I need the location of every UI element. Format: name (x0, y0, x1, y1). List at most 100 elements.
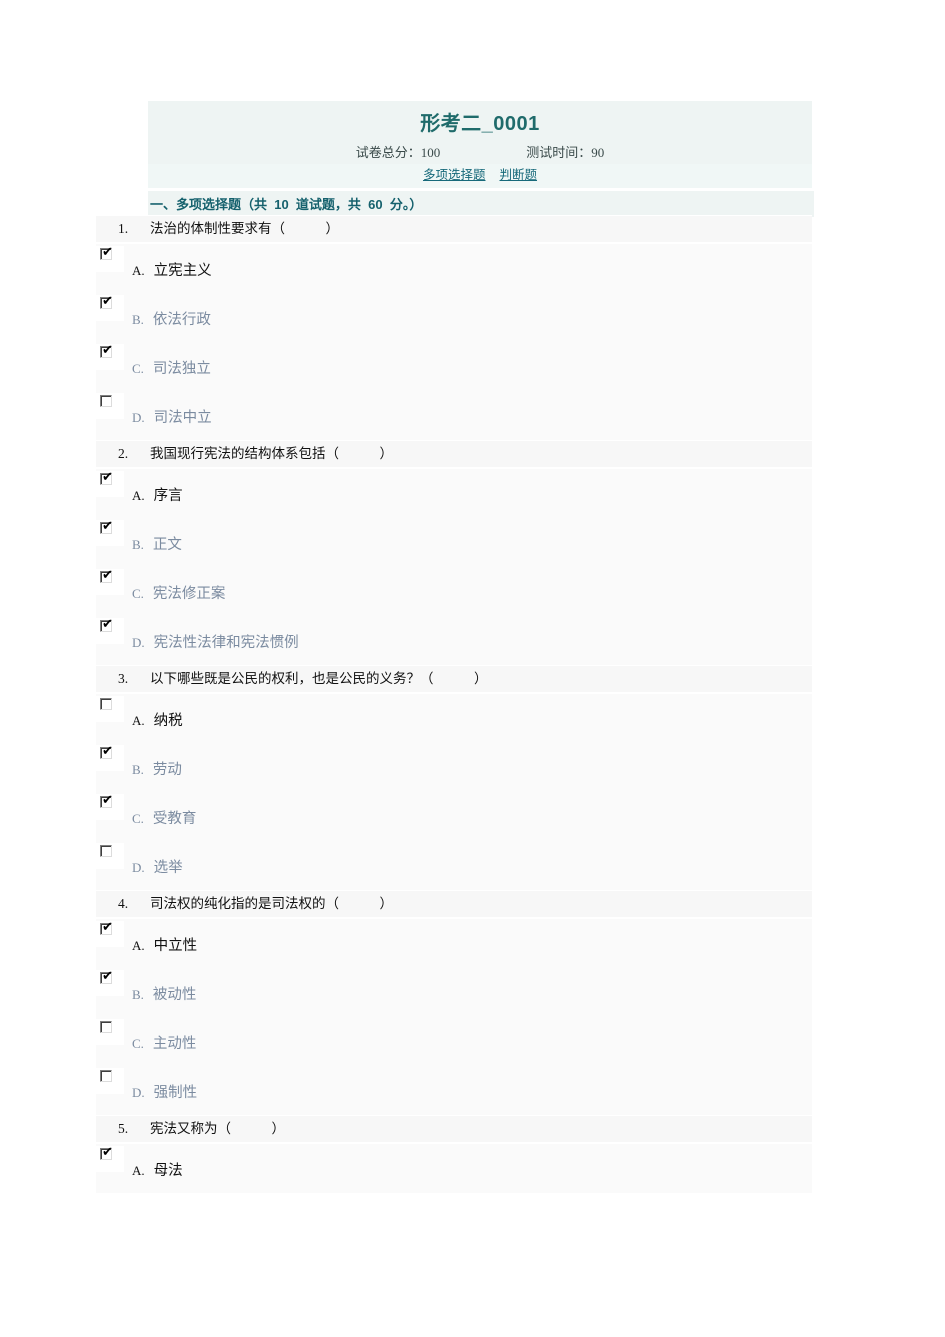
option-checkbox-cell: ✔ (96, 344, 124, 370)
option-label: D. 宪法性法律和宪法惯例 (132, 634, 299, 653)
option-checkbox-cell: ✔ (96, 246, 124, 272)
checkmark-icon: ✔ (102, 470, 113, 485)
option-row[interactable]: ✔ A. 母法 (96, 1142, 812, 1193)
option-row[interactable]: ✔ A. 中立性 (96, 917, 812, 968)
option-letter: A. (132, 263, 145, 278)
option-letter: A. (132, 1163, 145, 1178)
option-text: 被动性 (152, 987, 197, 1003)
option-row[interactable]: ✔ B. 依法行政 (96, 293, 812, 342)
option-label: C. 主动性 (132, 1035, 196, 1054)
checkbox-unchecked-icon[interactable] (100, 845, 112, 857)
question-text: 司法权的纯化指的是司法权的（ ） (150, 896, 393, 911)
question-row: 3. 以下哪些既是公民的权利，也是公民的义务？（ ） (96, 665, 812, 692)
option-letter: B. (132, 762, 144, 777)
question-number: 5. (118, 1121, 129, 1136)
option-row[interactable]: ✔ B. 劳动 (96, 743, 812, 792)
checkbox-checked-icon[interactable]: ✔ (100, 519, 113, 534)
option-letter: A. (132, 713, 145, 728)
option-row[interactable]: ✔ C. 宪法修正案 (96, 567, 812, 616)
option-label: A. 母法 (132, 1162, 183, 1181)
option-row[interactable]: A. 纳税 (96, 692, 812, 743)
question-row: 4. 司法权的纯化指的是司法权的（ ） (96, 890, 812, 917)
checkbox-checked-icon[interactable]: ✔ (100, 793, 113, 808)
option-text: 依法行政 (152, 312, 211, 328)
option-text: 正文 (152, 537, 182, 553)
option-label: D. 强制性 (132, 1084, 197, 1103)
option-letter: C. (132, 586, 144, 601)
question-text: 宪法又称为（ ） (150, 1121, 285, 1136)
option-row[interactable]: ✔ B. 正文 (96, 518, 812, 567)
option-row[interactable]: ✔ C. 司法独立 (96, 342, 812, 391)
option-letter: A. (132, 488, 145, 503)
question-number: 3. (118, 671, 129, 686)
link-true-false[interactable]: 判断题 (500, 168, 538, 182)
option-text: 宪法修正案 (152, 586, 226, 602)
option-checkbox-cell (96, 393, 124, 419)
option-row[interactable]: ✔ D. 宪法性法律和宪法惯例 (96, 616, 812, 665)
option-row[interactable]: C. 主动性 (96, 1017, 812, 1066)
checkmark-icon: ✔ (102, 793, 113, 808)
option-checkbox-cell: ✔ (96, 745, 124, 771)
question-number: 2. (118, 446, 129, 461)
option-checkbox-cell: ✔ (96, 471, 124, 497)
option-letter: D. (132, 1085, 145, 1100)
option-text: 受教育 (152, 811, 197, 827)
option-checkbox-cell (96, 1019, 124, 1045)
checkmark-icon: ✔ (102, 245, 113, 260)
option-letter: B. (132, 537, 144, 552)
test-time: 测试时间：90 (526, 142, 604, 161)
option-label: B. 依法行政 (132, 311, 211, 330)
checkmark-icon: ✔ (102, 294, 113, 309)
checkbox-unchecked-icon[interactable] (100, 698, 112, 710)
link-multiple-choice[interactable]: 多项选择题 (423, 168, 486, 182)
option-text: 纳税 (153, 713, 183, 729)
option-row[interactable]: D. 强制性 (96, 1066, 812, 1115)
checkbox-unchecked-icon[interactable] (100, 1021, 112, 1033)
option-label: B. 正文 (132, 536, 182, 555)
option-text: 母法 (153, 1163, 183, 1179)
question-number: 1. (118, 221, 129, 236)
option-text: 劳动 (152, 762, 182, 778)
option-letter: D. (132, 860, 145, 875)
option-row[interactable]: ✔ A. 立宪主义 (96, 242, 812, 293)
question-list: 1. 法治的体制性要求有（ ） ✔ A. 立宪主义 ✔ B. 依法行政 ✔ C. 司法独立 D. 司法中… (96, 215, 812, 1193)
option-row[interactable]: D. 司法中立 (96, 391, 812, 440)
option-letter: C. (132, 811, 144, 826)
option-letter: B. (132, 987, 144, 1002)
checkbox-checked-icon[interactable]: ✔ (100, 1146, 113, 1160)
option-text: 序言 (153, 488, 183, 504)
option-row[interactable]: ✔ A. 序言 (96, 467, 812, 518)
exam-header: 形考二_0001 试卷总分：100 测试时间：90 多项选择题 判断题 (148, 101, 812, 188)
checkmark-icon: ✔ (102, 568, 113, 583)
test-time-label: 测试时间： (526, 145, 592, 160)
option-text: 立宪主义 (153, 263, 212, 279)
checkbox-checked-icon[interactable]: ✔ (100, 245, 113, 260)
checkbox-checked-icon[interactable]: ✔ (100, 921, 113, 935)
option-checkbox-cell: ✔ (96, 1146, 124, 1172)
checkbox-unchecked-icon[interactable] (100, 1070, 112, 1082)
checkbox-checked-icon[interactable]: ✔ (100, 344, 113, 358)
option-label: A. 立宪主义 (132, 262, 212, 281)
option-checkbox-cell (96, 843, 124, 869)
checkbox-checked-icon[interactable]: ✔ (100, 745, 113, 759)
option-text: 主动性 (152, 1036, 197, 1052)
option-row[interactable]: D. 选举 (96, 841, 812, 890)
checkmark-icon: ✔ (102, 519, 113, 534)
checkbox-unchecked-icon[interactable] (100, 395, 112, 407)
option-row[interactable]: ✔ C. 受教育 (96, 792, 812, 841)
total-score-value: 100 (420, 145, 441, 160)
option-checkbox-cell: ✔ (96, 921, 124, 947)
total-score-label: 试卷总分： (355, 145, 421, 160)
option-label: B. 被动性 (132, 986, 196, 1005)
checkbox-checked-icon[interactable]: ✔ (100, 294, 113, 309)
checkbox-checked-icon[interactable]: ✔ (100, 617, 113, 632)
option-text: 宪法性法律和宪法惯例 (153, 635, 299, 651)
option-label: D. 司法中立 (132, 409, 212, 428)
exam-section-links: 多项选择题 判断题 (148, 164, 812, 188)
checkbox-checked-icon[interactable]: ✔ (100, 470, 113, 485)
total-score: 试卷总分：100 (356, 142, 441, 161)
checkbox-checked-icon[interactable]: ✔ (100, 970, 113, 984)
checkmark-icon: ✔ (102, 617, 113, 632)
option-row[interactable]: ✔ B. 被动性 (96, 968, 812, 1017)
checkbox-checked-icon[interactable]: ✔ (100, 568, 113, 583)
